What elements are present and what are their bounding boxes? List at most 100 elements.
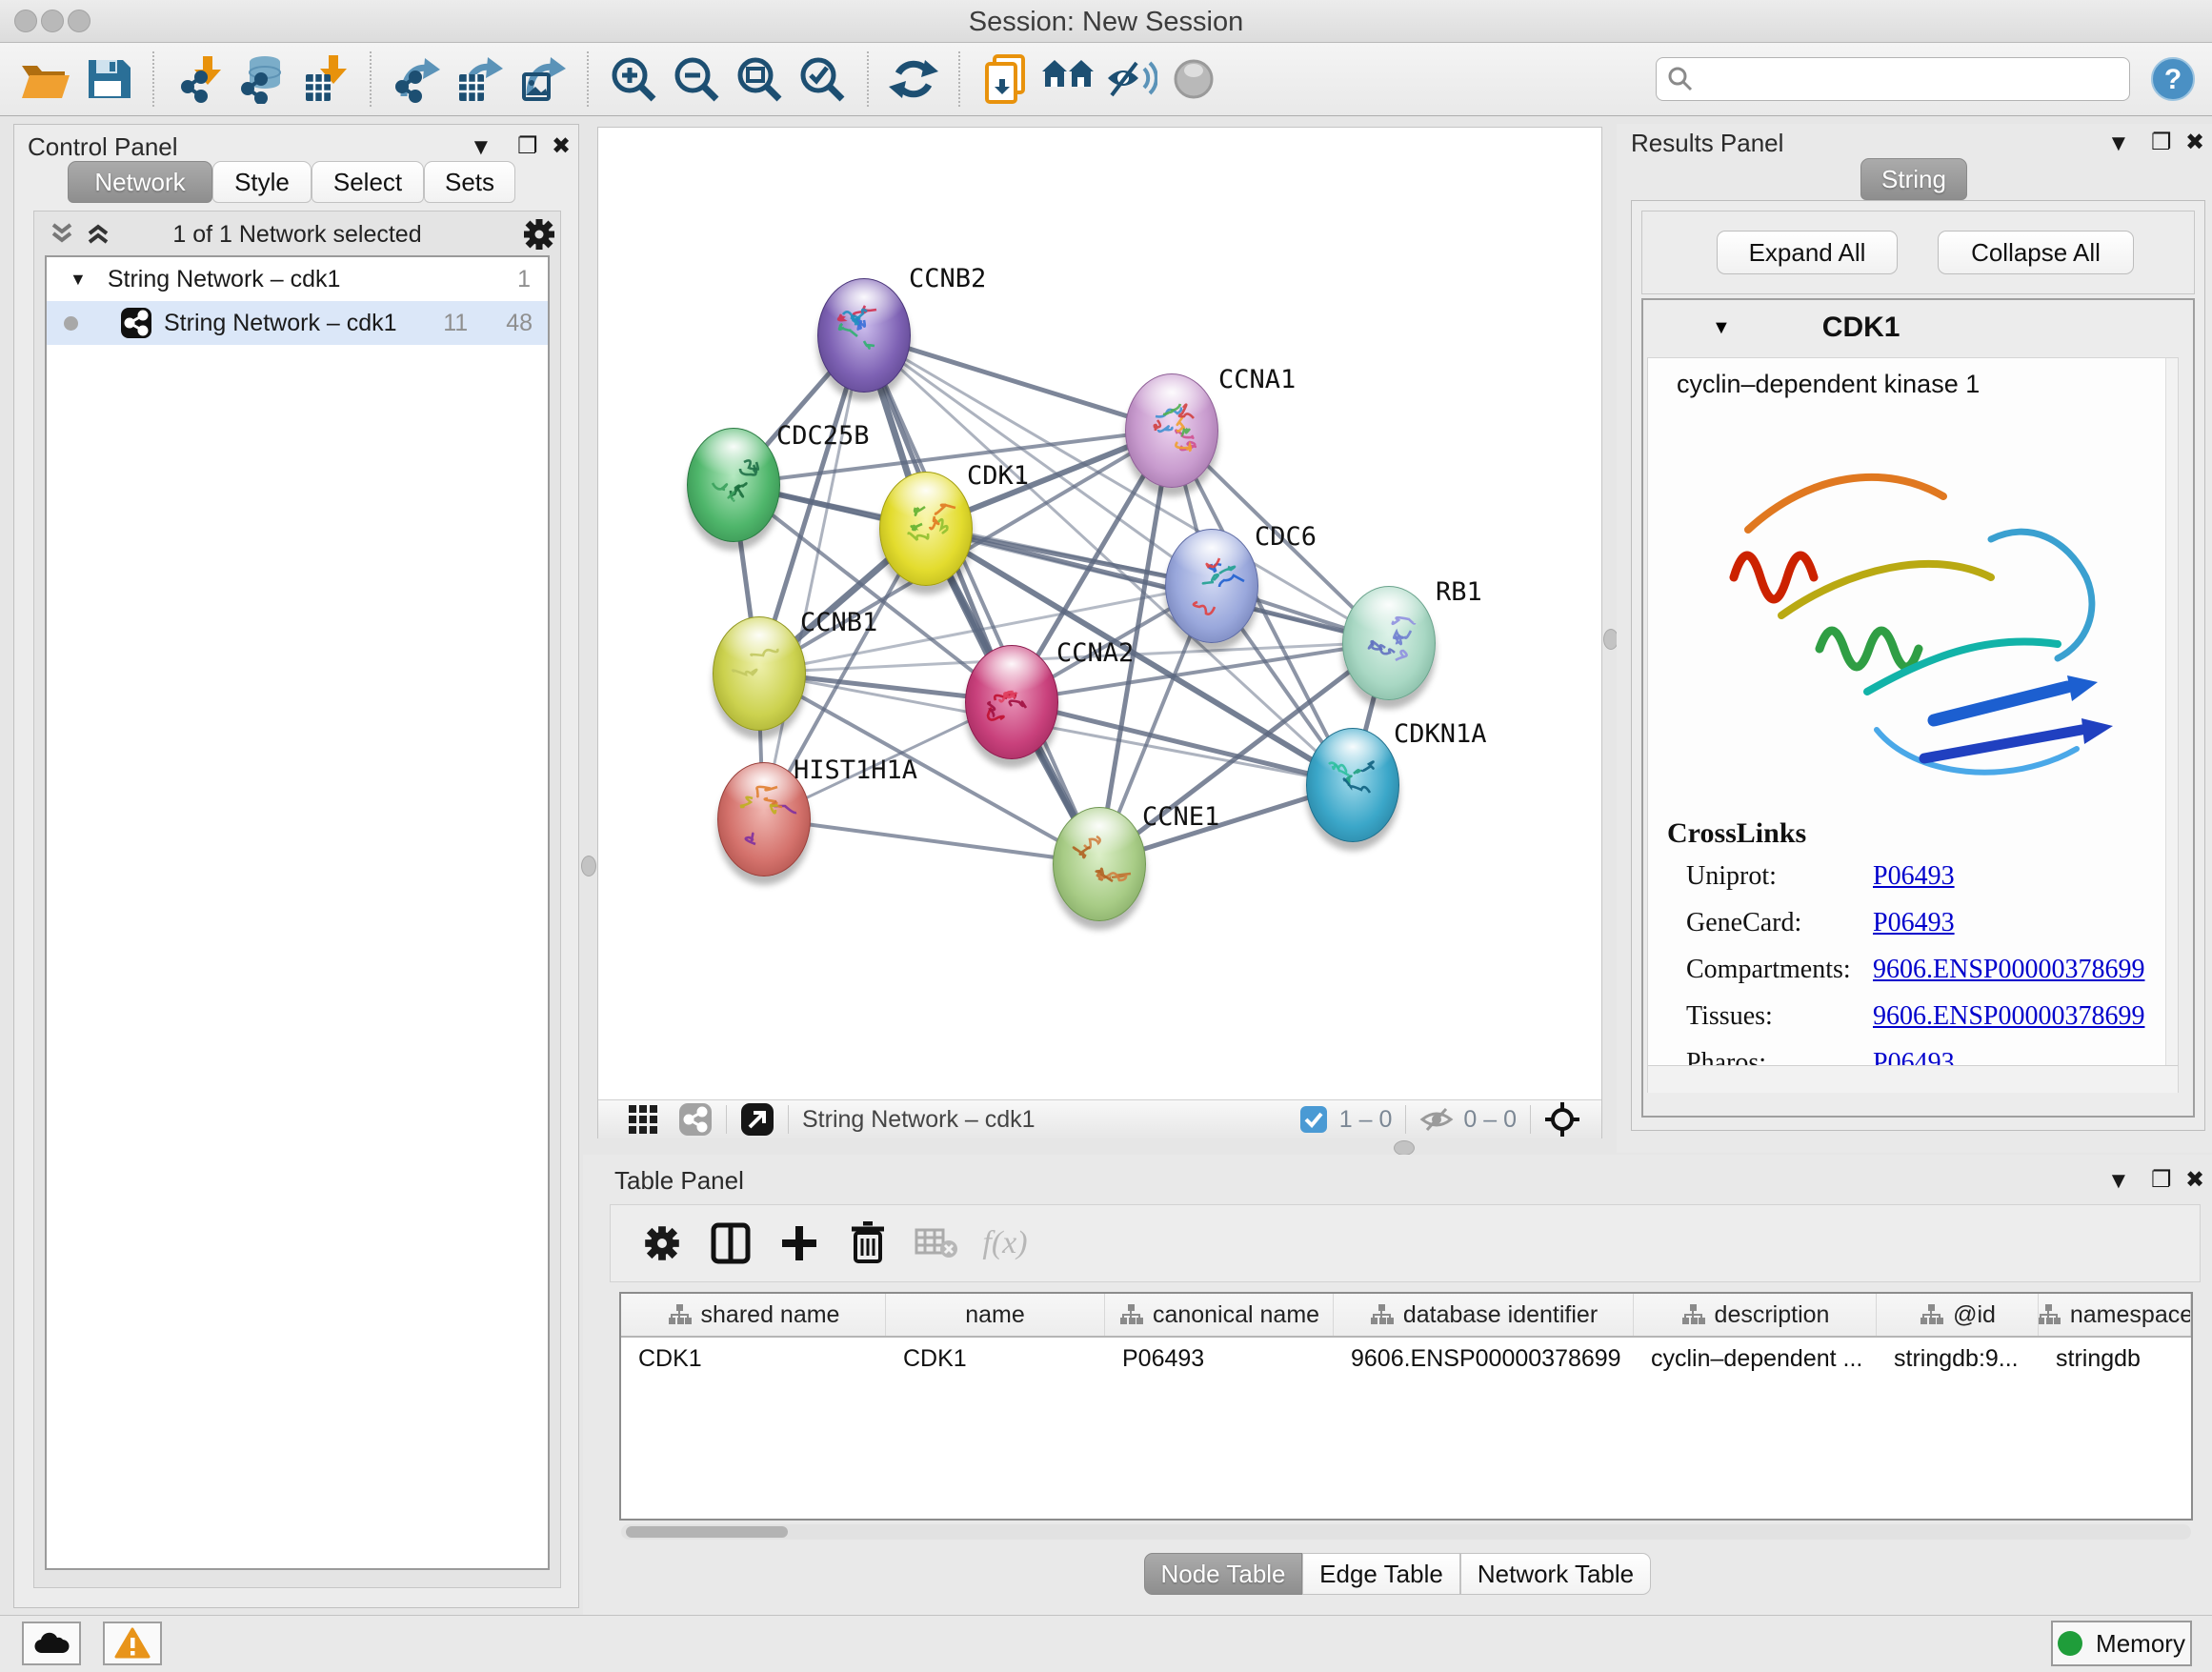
section-vscrollbar[interactable] xyxy=(2165,358,2178,1065)
column-header-description[interactable]: description xyxy=(1634,1294,1877,1336)
table-row[interactable]: CDK1CDK1P064939606.ENSP00000378699cyclin… xyxy=(621,1338,2191,1380)
column-header-name[interactable]: name xyxy=(886,1294,1105,1336)
control-panel-title: Control Panel xyxy=(28,132,178,162)
caret-down-icon[interactable]: ▼ xyxy=(70,270,87,290)
selected-checkbox-icon[interactable] xyxy=(1299,1105,1328,1134)
grid-view-icon[interactable] xyxy=(627,1103,659,1136)
network-node-rb1[interactable] xyxy=(1342,586,1436,700)
clone-network-icon[interactable] xyxy=(974,50,1036,108)
refresh-icon[interactable] xyxy=(882,50,945,108)
export-image-icon[interactable] xyxy=(511,50,573,108)
tab-string[interactable]: String xyxy=(1860,158,1967,200)
memory-button[interactable]: Memory xyxy=(2051,1621,2192,1666)
crosslink-link[interactable]: P06493 xyxy=(1873,908,1955,938)
network-node-cdc25b[interactable] xyxy=(687,428,780,542)
column-header-canonical-name[interactable]: canonical name xyxy=(1105,1294,1334,1336)
add-column-icon[interactable] xyxy=(765,1213,834,1274)
crosslink-link[interactable]: 9606.ENSP00000378699 xyxy=(1873,955,2144,985)
panel-menu-icon[interactable]: ▼ xyxy=(470,134,493,161)
table-cell[interactable]: cyclin–dependent ... xyxy=(1634,1338,1877,1380)
table-hscrollbar[interactable] xyxy=(621,1524,2191,1540)
help-icon[interactable]: ? xyxy=(2151,57,2195,101)
network-node-cdc6[interactable] xyxy=(1165,529,1258,643)
column-label: namespace xyxy=(2070,1301,2191,1329)
caret-down-icon[interactable]: ▼ xyxy=(1712,317,1731,339)
tab-style[interactable]: Style xyxy=(212,161,312,203)
close-panel-icon[interactable]: ✖ xyxy=(552,132,571,160)
save-session-icon[interactable] xyxy=(76,50,139,108)
crosslink-link[interactable]: P06493 xyxy=(1873,861,1955,892)
network-node-ccne1[interactable] xyxy=(1053,807,1146,921)
float-panel-icon[interactable]: ❐ xyxy=(2151,1166,2172,1194)
crosslink-link[interactable]: 9606.ENSP00000378699 xyxy=(1873,1001,2144,1032)
delete-column-icon[interactable] xyxy=(834,1213,902,1274)
open-session-icon[interactable] xyxy=(13,50,76,108)
network-row[interactable]: String Network – cdk1 11 48 xyxy=(47,301,548,345)
tab-edge-table[interactable]: Edge Table xyxy=(1302,1553,1460,1595)
table-cell[interactable]: CDK1 xyxy=(886,1338,1105,1380)
gear-icon[interactable] xyxy=(522,217,556,256)
crosslink-label: Tissues: xyxy=(1686,1001,1873,1032)
network-node-ccnb1[interactable] xyxy=(713,616,806,731)
close-panel-icon[interactable]: ✖ xyxy=(2185,1166,2204,1194)
expand-all-button[interactable]: Expand All xyxy=(1717,231,1898,274)
network-node-cdk1[interactable] xyxy=(879,472,973,586)
tab-network-table[interactable]: Network Table xyxy=(1460,1553,1651,1595)
share-view-icon[interactable] xyxy=(678,1102,713,1137)
float-panel-icon[interactable]: ❐ xyxy=(517,132,538,160)
table-cell[interactable]: P06493 xyxy=(1105,1338,1334,1380)
zoom-out-icon[interactable] xyxy=(665,50,728,108)
houses-icon[interactable] xyxy=(1036,50,1099,108)
search-input[interactable] xyxy=(1656,57,2130,101)
table-hscroll-thumb[interactable] xyxy=(626,1526,788,1538)
node-result-header[interactable]: ▼ CDK1 xyxy=(1643,300,2193,355)
collapse-all-button[interactable]: Collapse All xyxy=(1938,231,2134,274)
network-node-ccna2[interactable] xyxy=(965,645,1058,759)
tab-network[interactable]: Network xyxy=(68,161,212,203)
tab-node-table[interactable]: Node Table xyxy=(1144,1553,1302,1595)
export-table-icon[interactable] xyxy=(448,50,511,108)
table-cell[interactable]: stringdb:9... xyxy=(1877,1338,2039,1380)
control-panel: Control Panel ▼ ❐ ✖ Network Style Select… xyxy=(13,124,579,1608)
table-panel: Table Panel ▼ ❐ ✖ f(x) shared namenameca… xyxy=(583,1155,2212,1615)
left-splitter-handle[interactable] xyxy=(581,856,596,876)
table-cell[interactable]: 9606.ENSP00000378699 xyxy=(1334,1338,1634,1380)
network-canvas[interactable]: CCNB2CCNA1CDC25BCDK1CDC6RB1CCNB1CCNA2CDK… xyxy=(598,128,1601,1099)
export-view-icon[interactable] xyxy=(740,1102,774,1137)
section-hscrollbar[interactable] xyxy=(1648,1065,2178,1093)
network-node-cdkn1a[interactable] xyxy=(1306,728,1399,842)
node-label-ccnb2: CCNB2 xyxy=(909,264,986,293)
panel-menu-icon[interactable]: ▼ xyxy=(2107,131,2130,157)
column-header--id[interactable]: @id xyxy=(1877,1294,2039,1336)
gear-icon[interactable] xyxy=(628,1213,696,1274)
zoom-in-icon[interactable] xyxy=(602,50,665,108)
cloud-status-icon[interactable] xyxy=(22,1622,81,1665)
tab-sets[interactable]: Sets xyxy=(424,161,515,203)
float-panel-icon[interactable]: ❐ xyxy=(2151,129,2172,156)
hide-selected-icon[interactable] xyxy=(1099,50,1162,108)
network-collection-row[interactable]: ▼ String Network – cdk1 1 xyxy=(47,257,548,301)
warning-icon[interactable] xyxy=(103,1622,162,1665)
export-network-icon[interactable] xyxy=(385,50,448,108)
show-all-icon[interactable] xyxy=(1162,50,1225,108)
import-network-icon[interactable] xyxy=(168,50,231,108)
column-header-namespace[interactable]: namespace xyxy=(2039,1294,2191,1336)
zoom-selected-icon[interactable] xyxy=(791,50,854,108)
split-columns-icon[interactable] xyxy=(696,1213,765,1274)
column-header-shared-name[interactable]: shared name xyxy=(621,1294,886,1336)
table-cell[interactable]: CDK1 xyxy=(621,1338,886,1380)
column-header-database-identifier[interactable]: database identifier xyxy=(1334,1294,1634,1336)
bottom-splitter-handle[interactable] xyxy=(1394,1140,1415,1156)
table-cell[interactable]: stringdb xyxy=(2039,1338,2191,1380)
close-panel-icon[interactable]: ✖ xyxy=(2185,129,2204,156)
network-node-ccnb2[interactable] xyxy=(817,278,911,393)
search-field[interactable] xyxy=(1695,65,2129,93)
network-node-ccna1[interactable] xyxy=(1125,373,1218,488)
zoom-fit-icon[interactable] xyxy=(728,50,791,108)
import-table-icon[interactable] xyxy=(293,50,356,108)
svg-text:?: ? xyxy=(2164,64,2182,95)
import-database-icon[interactable] xyxy=(231,50,293,108)
panel-menu-icon[interactable]: ▼ xyxy=(2107,1168,2130,1195)
crosshair-icon[interactable] xyxy=(1544,1101,1580,1138)
tab-select[interactable]: Select xyxy=(312,161,424,203)
